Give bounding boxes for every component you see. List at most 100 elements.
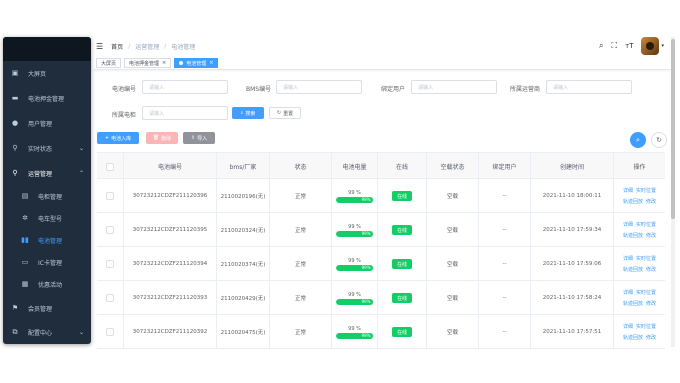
refresh-button[interactable]: ↻ [651, 132, 667, 148]
sidebar-item-promotions[interactable]: ▦ 优惠活动 [3, 273, 91, 295]
search-button[interactable]: ⌕ 搜索 [232, 107, 264, 119]
track-replay-link[interactable]: 轨迹回放 [623, 198, 643, 205]
sidebar-item-cabinets[interactable]: ▤ 电柜管理 [3, 185, 91, 207]
track-replay-link[interactable]: 轨迹回放 [623, 232, 643, 239]
column-header: 在线 [378, 153, 427, 180]
detail-link[interactable]: 详细 [623, 221, 633, 228]
close-icon[interactable]: × [162, 60, 166, 66]
bound-user-label: 绑定用户 [381, 86, 406, 93]
breadcrumb-home[interactable]: 首页 [111, 42, 123, 51]
table-row[interactable]: 30723212CDZF211120393 2110020429(无) 正常 99 %… [97, 281, 665, 315]
sidebar-item-battery-deposit[interactable]: ▬ 电池押金管理 [3, 87, 91, 109]
toggle-search-button[interactable]: ⌕ [630, 132, 646, 148]
bms-value: 2110020429(无) [220, 296, 266, 302]
bound-user: -- [502, 329, 507, 335]
delete-button-label: 删除 [161, 135, 172, 142]
sidebar-item-label: 电池押金管理 [28, 95, 65, 103]
sidebar-item-vehicle-models[interactable]: ✲ 电车型号 [3, 207, 91, 229]
sidebar-item-batteries[interactable]: ▮▮ 电池管理 [3, 229, 91, 251]
reset-button[interactable]: ↻ 重置 [269, 107, 301, 119]
realtime-location-link[interactable]: 实时位置 [636, 323, 656, 330]
battery-no: 30723212CDZF211120396 [132, 193, 208, 199]
row-checkbox[interactable] [106, 328, 114, 336]
sidebar-item-realtime[interactable]: ⚲ 实时状态 ⌄ [3, 137, 91, 159]
battery-no-input[interactable]: 请输入 [142, 80, 228, 94]
battery-no: 30723212CDZF211120394 [132, 261, 208, 267]
sidebar-item-ic-cards[interactable]: ▭ IC卡管理 [3, 251, 91, 273]
checkbox-cell [97, 281, 124, 315]
track-replay-link[interactable]: 轨迹回放 [623, 266, 643, 273]
row-checkbox[interactable] [106, 226, 114, 234]
created-time: 2021-11-10 17:57:51 [542, 329, 602, 335]
add-battery-button[interactable]: + 电池入库 [97, 132, 139, 144]
status-cell: 正常 [270, 281, 332, 315]
power-cell: 99 % 99% [332, 213, 378, 247]
tag-battery-deposit[interactable]: 电池押金管理 × [124, 58, 172, 68]
import-button[interactable]: ⇪ 导入 [183, 132, 215, 144]
caret-down-icon[interactable]: ▾ [661, 43, 664, 49]
created-cell: 2021-11-10 17:58:24 [531, 281, 614, 315]
detail-link[interactable]: 详细 [623, 187, 633, 194]
row-checkbox[interactable] [106, 192, 114, 200]
bound-user-input[interactable]: 请输入 [411, 80, 497, 94]
page-scrollbar[interactable] [671, 37, 675, 347]
table-row[interactable]: 30723212CDZF211120392 2110020475(无) 正常 99 %… [97, 315, 665, 349]
cabinet-input[interactable]: 请输入 [142, 106, 228, 120]
breadcrumb-operations[interactable]: 运营管理 [135, 42, 159, 51]
trash-icon: 🗑 [152, 135, 160, 141]
track-replay-link[interactable]: 轨迹回放 [623, 334, 643, 341]
tag-dashboard[interactable]: 大屏页 [96, 58, 122, 68]
load-cell: 空载 [427, 315, 479, 349]
realtime-location-link[interactable]: 实时位置 [636, 255, 656, 262]
font-size-icon[interactable]: тT [625, 42, 633, 50]
table-row[interactable]: 30723212CDZF211120396 2110020196(无) 正常 99 %… [97, 179, 665, 213]
detail-link[interactable]: 详细 [623, 289, 633, 296]
header-actions: ⌕ ⛶ тT ▾ [599, 37, 664, 55]
operator-input[interactable]: 请输入 [546, 80, 632, 94]
bms-input[interactable]: 请输入 [276, 80, 362, 94]
avatar[interactable] [641, 37, 660, 55]
online-cell: 在线 [378, 315, 427, 349]
created-cell: 2021-11-10 17:59:06 [531, 247, 614, 281]
bms-cell: 2110020196(无) [217, 179, 270, 213]
power-progress-bar: 99% [335, 298, 374, 305]
delete-button[interactable]: 🗑 删除 [146, 132, 178, 144]
row-checkbox[interactable] [106, 294, 114, 302]
close-icon[interactable]: × [209, 60, 213, 66]
ic-card-icon: ▭ [21, 258, 29, 266]
sidebar-item-users[interactable]: ● 用户管理 [3, 112, 91, 134]
reset-button-label: 重置 [283, 110, 294, 117]
member-icon: ⚑ [11, 304, 19, 312]
tags-view: 大屏页 电池押金管理 × 电池管理 × [92, 57, 672, 70]
sidebar-item-operations[interactable]: ⚲ 运营管理 ⌃ [3, 162, 91, 184]
sidebar-item-config[interactable]: ⧉ 配置中心 ⌄ [3, 321, 91, 343]
realtime-location-link[interactable]: 实时位置 [636, 187, 656, 194]
row-checkbox[interactable] [106, 260, 114, 268]
sidebar-item-label: 电车型号 [38, 215, 63, 223]
track-replay-link[interactable]: 轨迹回放 [623, 300, 643, 307]
search-icon[interactable]: ⌕ [599, 41, 603, 51]
tag-battery-management[interactable]: 电池管理 × [174, 58, 219, 68]
edit-link[interactable]: 修改 [646, 334, 656, 341]
edit-link[interactable]: 修改 [646, 232, 656, 239]
realtime-location-link[interactable]: 实时位置 [636, 289, 656, 296]
table-row[interactable]: 30723212CDZF211120394 2110020374(无) 正常 99 %… [97, 247, 665, 281]
column-header: 绑定用户 [479, 153, 531, 180]
fullscreen-icon[interactable]: ⛶ [612, 41, 618, 51]
power-progress-bar: 99% [335, 230, 374, 237]
detail-link[interactable]: 详细 [623, 323, 633, 330]
edit-link[interactable]: 修改 [646, 198, 656, 205]
sidebar-item-dashboard[interactable]: ▣ 大屏页 [3, 62, 91, 84]
online-cell: 在线 [378, 179, 427, 213]
hamburger-icon[interactable]: ☰ [96, 42, 103, 51]
bms-value: 2110020324(无) [220, 228, 266, 234]
edit-link[interactable]: 修改 [646, 266, 656, 273]
detail-link[interactable]: 详细 [623, 255, 633, 262]
edit-link[interactable]: 修改 [646, 300, 656, 307]
scrollbar-thumb[interactable] [671, 39, 675, 219]
select-all-checkbox[interactable] [106, 162, 114, 171]
power-percent-text: 99 % [348, 189, 361, 196]
realtime-location-link[interactable]: 实时位置 [636, 221, 656, 228]
table-row[interactable]: 30723212CDZF211120395 2110020324(无) 正常 99 %… [97, 213, 665, 247]
sidebar-item-members[interactable]: ⚑ 会员管理 [3, 297, 91, 319]
